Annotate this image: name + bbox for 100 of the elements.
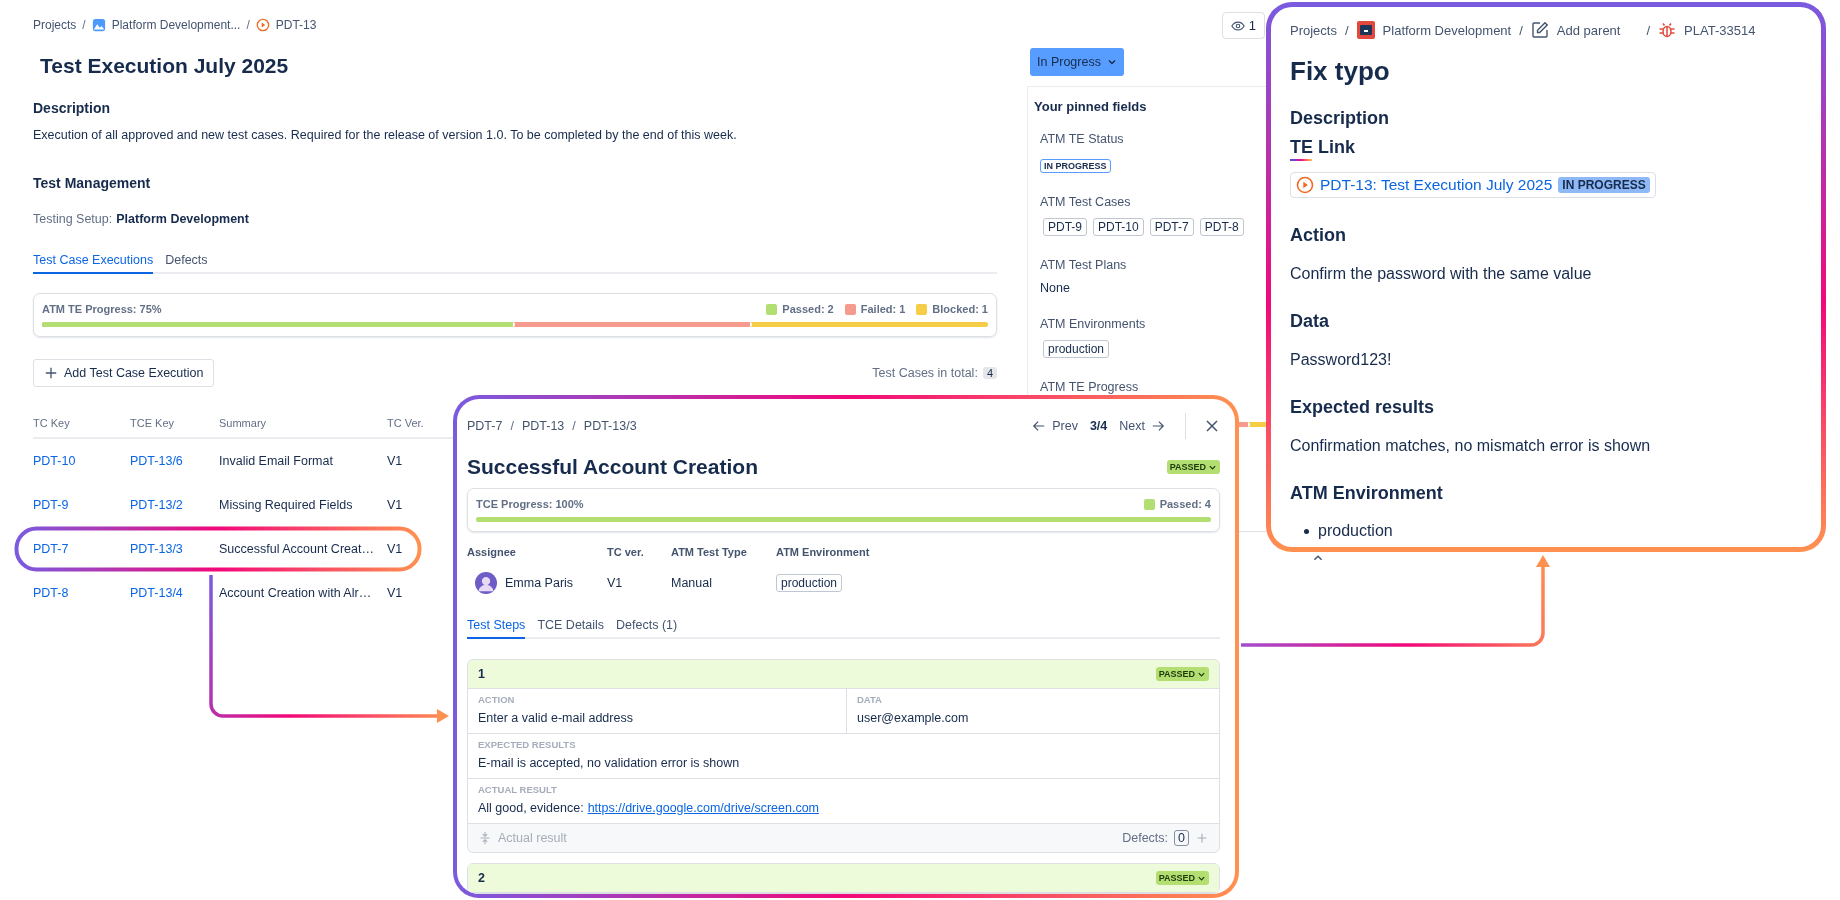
status-lozenge: IN PROGRESS xyxy=(1040,159,1111,173)
table-cell-text: Account Creation with Alr… xyxy=(219,586,373,600)
tab[interactable]: TCE Details xyxy=(537,618,605,639)
field-label: ATM Test Cases xyxy=(1040,195,1131,209)
tab[interactable]: Defects xyxy=(165,253,208,274)
watchers-button[interactable]: 1 xyxy=(1221,12,1265,39)
play-circle-icon xyxy=(1296,176,1314,194)
section-heading: Action xyxy=(1290,224,1347,246)
field-label: EXPECTED RESULTS xyxy=(478,739,577,750)
progress-label: ATM TE Progress: 75% xyxy=(42,303,162,315)
actual-result-text: All good, evidence: xyxy=(478,800,584,817)
chevron-down-icon xyxy=(1106,57,1117,67)
action-text: Enter a valid e-mail address xyxy=(478,710,634,727)
legend-label: Passed: 4 xyxy=(1159,498,1211,510)
breadcrumb-link[interactable]: Projects xyxy=(33,18,77,32)
plus-icon xyxy=(44,366,58,380)
breadcrumb-link[interactable]: Projects xyxy=(1290,22,1337,38)
field-label: ACTUAL RESULT xyxy=(478,784,558,795)
breadcrumb-link[interactable]: PDT-13 xyxy=(275,18,317,32)
accent-line xyxy=(1290,159,1312,161)
field-value: Manual xyxy=(671,576,712,590)
field-label: TC ver. xyxy=(607,546,645,558)
section-heading: ATM Environment xyxy=(1290,482,1444,504)
key-link[interactable]: PDT-7 xyxy=(33,542,130,556)
avatar-icon xyxy=(475,572,497,594)
breadcrumb-separator: / xyxy=(1519,22,1523,38)
defects-label: Defects: xyxy=(1122,831,1169,845)
status-dropdown[interactable]: PASSED xyxy=(1155,871,1209,885)
tag[interactable]: PDT-7 xyxy=(1149,218,1194,236)
status-dropdown[interactable]: PASSED xyxy=(1155,667,1209,681)
table-cell-text: V1 xyxy=(387,454,404,468)
breadcrumb-separator: / xyxy=(510,419,514,433)
tab[interactable]: Test Steps xyxy=(467,618,526,639)
breadcrumb-link[interactable]: PLAT-33514 xyxy=(1684,22,1756,38)
section-heading: Expected results xyxy=(1290,396,1436,418)
assignee-name: Emma Paris xyxy=(505,576,574,590)
tag[interactable]: PDT-8 xyxy=(1199,218,1244,236)
legend-label: Blocked: 1 xyxy=(932,303,988,315)
field-label: Testing Setup: xyxy=(33,211,113,228)
key-link[interactable]: PDT-8 xyxy=(33,586,130,600)
play-circle-icon xyxy=(255,18,270,32)
add-execution-button[interactable]: Add Test Case Execution xyxy=(33,359,215,387)
project-icon xyxy=(1356,21,1375,39)
list-item: production xyxy=(1304,522,1807,540)
field-label: ATM Environments xyxy=(1040,317,1146,331)
legend-label: Passed: 2 xyxy=(782,303,834,315)
progress-label: TCE Progress: 100% xyxy=(476,498,584,510)
key-link[interactable]: PDT-10 xyxy=(33,454,130,468)
field-label: ACTION xyxy=(478,694,516,705)
field-value: None xyxy=(1040,281,1071,295)
field-label: Assignee xyxy=(467,546,517,558)
status-dropdown[interactable]: In Progress xyxy=(1030,48,1124,76)
tag[interactable]: PDT-9 xyxy=(1043,218,1087,236)
panel-title: Your pinned fields xyxy=(1034,99,1148,114)
breadcrumb-separator: / xyxy=(246,18,250,32)
breadcrumb-link[interactable]: PDT-13 xyxy=(521,419,565,433)
key-link[interactable]: PDT-13/3 xyxy=(130,542,219,556)
breadcrumb-link[interactable]: Platform Development xyxy=(1382,22,1512,38)
status-dropdown[interactable]: PASSED xyxy=(1166,460,1220,474)
breadcrumb-link[interactable]: PDT-13/3 xyxy=(583,419,637,433)
key-link[interactable]: PDT-13/2 xyxy=(130,498,219,512)
section-text: Confirm the password with the same value xyxy=(1290,264,1593,284)
field-label: DATA xyxy=(857,694,883,705)
field-value: V1 xyxy=(607,576,623,590)
key-link[interactable]: PDT-13/4 xyxy=(130,586,219,600)
close-icon[interactable] xyxy=(1204,418,1220,434)
tag[interactable]: PDT-10 xyxy=(1093,218,1144,236)
breadcrumb-link[interactable]: Add parent xyxy=(1556,22,1621,38)
breadcrumb-link[interactable]: PDT-7 xyxy=(467,419,503,433)
description-text: Execution of all approved and new test cases. Required for the release of version 1.0. To be completed by the end of this week. xyxy=(33,127,738,144)
evidence-link[interactable]: https://drive.google.com/drive/screen.com xyxy=(587,800,819,817)
collapse-icon xyxy=(478,831,492,845)
section-text: Confirmation matches, no mismatch error is shown xyxy=(1290,436,1652,456)
eye-icon xyxy=(1230,18,1245,33)
breadcrumb-link[interactable]: Platform Development... xyxy=(111,18,241,32)
tab[interactable]: Defects (1) xyxy=(616,618,678,639)
legend-label: Failed: 1 xyxy=(860,303,906,315)
step-number: 2 xyxy=(478,871,485,885)
field-label: ATM TE Progress xyxy=(1040,380,1139,394)
tag[interactable]: production xyxy=(776,574,843,592)
edit-icon xyxy=(1530,21,1549,39)
page-position: 3/4 xyxy=(1089,419,1108,433)
previous-button[interactable]: Prev xyxy=(1032,419,1078,433)
section-heading: Test Management xyxy=(33,174,152,192)
breadcrumb-separator: / xyxy=(1646,22,1651,38)
tab[interactable]: Test Case Executions xyxy=(33,253,154,274)
key-link[interactable]: PDT-9 xyxy=(33,498,130,512)
bug-icon xyxy=(1658,21,1677,39)
section-heading: Description xyxy=(33,99,111,117)
table-cell-text: V1 xyxy=(387,586,404,600)
tag[interactable]: production xyxy=(1043,340,1110,358)
project-icon xyxy=(91,18,106,32)
table-cell-text: Invalid Email Format xyxy=(219,454,334,468)
key-link[interactable]: PDT-13/6 xyxy=(130,454,219,468)
breadcrumb-separator: / xyxy=(82,18,86,32)
column-header: TCE Key xyxy=(130,417,175,429)
linked-issue-chip[interactable]: PDT-13: Test Execution July 2025 IN PROGRESS xyxy=(1290,172,1656,198)
arrow-right-icon xyxy=(1151,419,1165,433)
page-title: Test Execution July 2025 xyxy=(40,53,290,79)
next-button[interactable]: Next xyxy=(1119,419,1165,433)
